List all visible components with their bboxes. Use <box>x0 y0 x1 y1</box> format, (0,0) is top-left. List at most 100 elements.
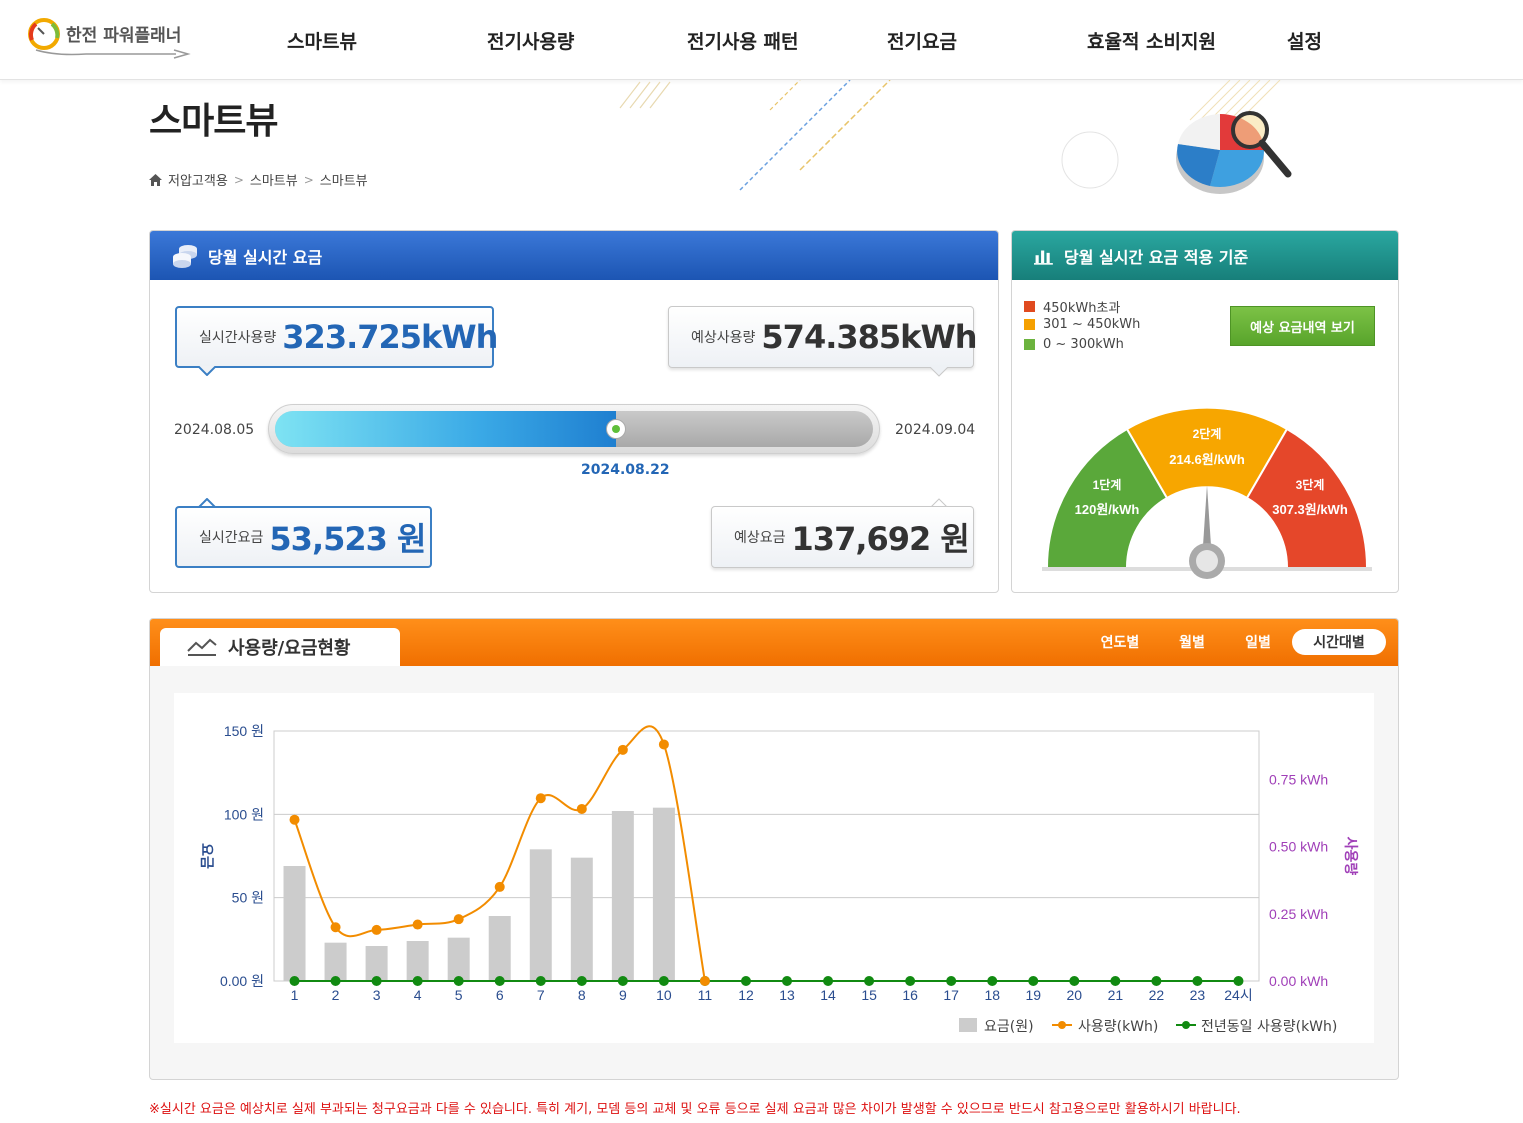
nav-settings[interactable]: 설정 <box>1287 27 1322 54</box>
fee-bar <box>447 937 470 981</box>
current-date: 2024.08.22 <box>581 462 670 478</box>
legend-swatch-fee <box>959 1018 977 1032</box>
x-tick-label: 8 <box>578 987 586 1003</box>
tab-yearly[interactable]: 연도별 <box>1090 629 1150 655</box>
prev-year-usage-point <box>782 976 793 986</box>
expected-fee-box: 예상요금 137,692 원 <box>711 506 974 568</box>
billing-progress-fill <box>275 411 616 447</box>
tier-legend-2: 301 ~ 450kWh <box>1024 317 1140 332</box>
usage-point <box>330 922 341 933</box>
x-tick-label: 12 <box>738 987 754 1003</box>
x-tick-label: 4 <box>414 987 422 1003</box>
billing-progress-track <box>268 404 880 454</box>
expected-usage-label: 예상사용량 <box>691 330 756 346</box>
fee-bar <box>652 807 675 981</box>
y-left-tick-label: 0.00 원 <box>220 973 264 989</box>
nav-fee[interactable]: 전기요금 <box>887 27 957 54</box>
nav-smartview[interactable]: 스마트뷰 <box>287 27 357 54</box>
usage-point <box>412 919 423 930</box>
period-start-date: 2024.08.05 <box>174 422 255 438</box>
y-right-tick-label: 0.75 kWh <box>1269 771 1328 787</box>
x-tick-label: 14 <box>820 987 836 1003</box>
usage-point <box>658 739 669 750</box>
tier3-name: 3단계 <box>1296 477 1325 492</box>
fee-bar <box>406 941 429 981</box>
fee-bar <box>570 857 593 981</box>
tab-daily[interactable]: 일별 <box>1228 629 1288 655</box>
x-tick-label: 2 <box>332 987 340 1003</box>
realtime-fee-label: 실시간요금 <box>199 530 264 546</box>
x-tick-label: 3 <box>373 987 381 1003</box>
bubble-tail <box>198 366 216 376</box>
fee-criteria-panel-header: 당월 실시간 요금 적용 기준 <box>1012 231 1398 280</box>
realtime-fee-box: 실시간요금 53,523 원 <box>175 506 432 568</box>
usage-fee-panel: 사용량/요금현황 연도별 월별 일별 시간대별 0.00 원 50 원 100 원 1… <box>149 618 1399 1080</box>
prev-year-usage-point <box>617 976 628 986</box>
x-tick-label: 16 <box>902 987 918 1003</box>
x-tick-label: 20 <box>1067 987 1083 1003</box>
prev-year-usage-point <box>823 976 834 986</box>
fee-criteria-panel: 당월 실시간 요금 적용 기준 450kWh초과 301 ~ 450kWh 0 … <box>1011 230 1399 593</box>
x-tick-label: 24시 <box>1224 987 1252 1003</box>
prev-year-usage-point <box>1151 976 1162 986</box>
x-tick-label: 7 <box>537 987 545 1003</box>
y-right-tick-label: 0.25 kWh <box>1269 906 1328 922</box>
prev-year-usage-point <box>494 976 505 986</box>
nav-pattern[interactable]: 전기사용 패턴 <box>687 27 799 54</box>
view-expected-fee-button[interactable]: 예상 요금내역 보기 <box>1230 306 1375 346</box>
usage-point <box>699 976 710 986</box>
breadcrumb-item-3[interactable]: 스마트뷰 <box>320 170 368 189</box>
fee-bar <box>611 811 634 981</box>
pie-chart-magnifier-icon <box>1176 111 1292 194</box>
hourly-usage-chart: 0.00 원 50 원 100 원 150 원 0.00 kWh 0.25 kWh 0.50… <box>198 723 1358 1035</box>
nav-efficiency[interactable]: 효율적 소비지원 <box>1087 27 1216 54</box>
fee-bar <box>529 849 552 981</box>
prev-year-usage-point <box>289 976 300 986</box>
prev-year-usage-point <box>1028 976 1039 986</box>
coins-icon <box>173 244 197 268</box>
breadcrumb-item-2[interactable]: 스마트뷰 <box>250 170 298 189</box>
legend-label-fee: 요금(원) <box>984 1019 1034 1035</box>
tab-hourly[interactable]: 시간대별 <box>1292 629 1386 655</box>
legend-label-usage: 사용량(kWh) <box>1078 1019 1158 1035</box>
progress-marker <box>605 419 626 439</box>
realtime-fee-value: 53,523 원 <box>269 520 426 558</box>
realtime-usage-label: 실시간사용량 <box>199 330 277 346</box>
prev-year-usage-point <box>658 976 669 986</box>
tier2-name: 2단계 <box>1193 426 1222 441</box>
prev-year-usage-point <box>371 976 382 986</box>
trend-line-icon <box>187 638 217 656</box>
usage-point <box>371 924 382 935</box>
logo-text[interactable]: 한전 파워플래너 <box>66 21 181 46</box>
fee-bar <box>488 916 511 981</box>
realtime-fee-title: 당월 실시간 요금 <box>208 247 323 267</box>
disclaimer-notice: ※실시간 요금은 예상치로 실제 부과되는 청구요금과 다를 수 있습니다. 특… <box>149 1102 1241 1117</box>
y-right-axis-label: 사용량 <box>1342 837 1358 876</box>
tab-monthly[interactable]: 월별 <box>1162 629 1222 655</box>
x-tick-label: 15 <box>861 987 877 1003</box>
expected-fee-value: 137,692 원 <box>791 520 970 558</box>
usage-fee-tab: 사용량/요금현황 <box>160 628 400 666</box>
tier3-price: 307.3원/kWh <box>1272 502 1348 517</box>
y-left-tick-label: 150 원 <box>224 723 264 739</box>
x-tick-label: 13 <box>779 987 795 1003</box>
x-tick-label: 9 <box>619 987 627 1003</box>
x-tick-label: 11 <box>698 987 713 1003</box>
usage-point <box>617 744 628 755</box>
period-end-date: 2024.09.04 <box>895 422 976 438</box>
prev-year-usage-point <box>453 976 464 986</box>
legend-marker-prev-year <box>1182 1021 1190 1029</box>
usage-point <box>289 814 300 825</box>
usage-fee-chart-area: 0.00 원 50 원 100 원 150 원 0.00 kWh 0.25 kWh 0.50… <box>174 693 1374 1043</box>
prev-year-usage-point <box>1192 976 1203 986</box>
tier-gauge: 1단계 120원/kWh 2단계 214.6원/kWh 3단계 307.3원/k… <box>1042 406 1372 579</box>
breadcrumb-item-1[interactable]: 저압고객용 <box>168 170 228 189</box>
y-right-tick-label: 0.00 kWh <box>1269 973 1328 989</box>
nav-usage[interactable]: 전기사용량 <box>487 27 574 54</box>
top-navigation-bar: 한전 파워플래너 스마트뷰 전기사용량 전기사용 패턴 전기요금 효율적 소비지… <box>0 0 1523 80</box>
tier-legend-1: 0 ~ 300kWh <box>1024 337 1124 352</box>
home-icon[interactable] <box>149 173 162 186</box>
prev-year-usage-point <box>535 976 546 986</box>
y-left-tick-label: 50 원 <box>232 890 264 906</box>
usage-point <box>576 803 587 814</box>
